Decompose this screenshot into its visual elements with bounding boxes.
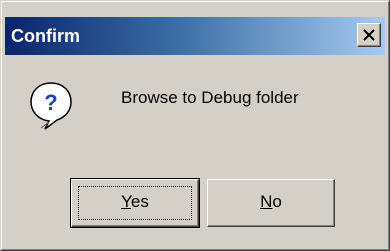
yes-label-rest: es bbox=[130, 192, 149, 211]
confirm-dialog: Confirm ? Browse to Debug folder Yes No bbox=[0, 0, 390, 251]
close-button[interactable] bbox=[357, 23, 381, 47]
no-button[interactable]: No bbox=[207, 179, 335, 227]
yes-button[interactable]: Yes bbox=[70, 178, 200, 228]
dialog-message: Browse to Debug folder bbox=[121, 88, 299, 107]
no-label-rest: o bbox=[272, 192, 282, 211]
no-mnemonic: N bbox=[260, 192, 273, 211]
dialog-title: Confirm bbox=[11, 26, 80, 46]
close-icon bbox=[363, 29, 375, 41]
yes-mnemonic: Y bbox=[121, 192, 131, 211]
svg-text:?: ? bbox=[44, 90, 57, 115]
title-bar[interactable]: Confirm bbox=[5, 17, 385, 55]
question-icon: ? bbox=[30, 82, 72, 130]
